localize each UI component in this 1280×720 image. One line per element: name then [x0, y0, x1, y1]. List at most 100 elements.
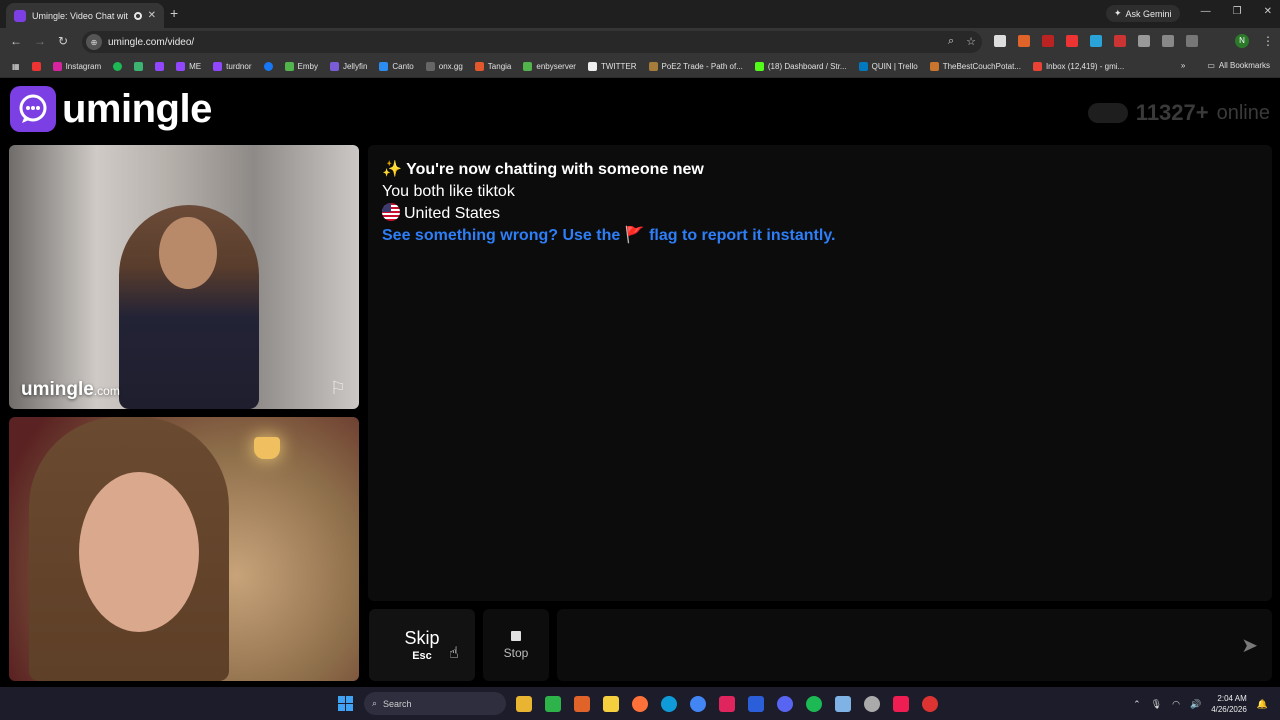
report-flag-icon[interactable]: ⚐ [327, 377, 349, 399]
more-bookmarks-icon[interactable]: » [1181, 61, 1185, 70]
self-video [9, 417, 359, 681]
volume-icon[interactable]: 🔊 [1190, 699, 1201, 710]
wifi-icon[interactable]: ◠ [1172, 699, 1180, 710]
bookmark-twitter[interactable]: TWITTER [582, 62, 643, 71]
bookmark-onx[interactable]: onx.gg [420, 62, 469, 71]
taskbar-apps [516, 696, 938, 712]
spotify-icon[interactable] [806, 696, 822, 712]
bookmark-twitch[interactable] [149, 62, 170, 71]
apps-grid-icon[interactable]: ▦ [6, 62, 26, 71]
browser-tab[interactable]: Umingle: Video Chat with S ✕ [6, 3, 164, 28]
bookmark-youtube[interactable] [26, 62, 47, 71]
bookmark-couchpotato[interactable]: TheBestCouchPotat... [924, 62, 1027, 71]
bookmark-dashboard[interactable]: (18) Dashboard / Str... [749, 62, 853, 71]
sticky-notes-icon[interactable] [603, 696, 619, 712]
bookmark-turdnor[interactable]: turdnor [207, 62, 257, 71]
bookmark-gmail[interactable]: Inbox (12,419) - gmi... [1027, 62, 1130, 71]
bookmark-me[interactable]: ME [170, 62, 207, 71]
message-input[interactable] [557, 609, 1217, 681]
app-blue-icon[interactable] [748, 696, 764, 712]
bookmark-spotify[interactable] [107, 62, 128, 71]
firefox-icon[interactable] [632, 696, 648, 712]
bookmark-poe2[interactable]: PoE2 Trade - Path of... [643, 62, 749, 71]
ask-gemini-button[interactable]: ✦ Ask Gemini [1106, 5, 1180, 22]
browser-tab-bar: Umingle: Video Chat with S ✕ + ✦ Ask Gem… [0, 0, 1280, 28]
new-tab-button[interactable]: + [170, 5, 178, 21]
online-toggle[interactable] [1087, 103, 1128, 123]
bookmark-instagram[interactable]: Instagram [47, 62, 108, 71]
self-face [79, 472, 199, 632]
extension-red-icon[interactable] [1042, 35, 1054, 47]
close-window-icon[interactable]: ✕ [1264, 6, 1272, 17]
media-controls-icon[interactable] [1186, 35, 1198, 47]
bookmark-label: onx.gg [438, 62, 463, 71]
emby-icon [523, 62, 533, 71]
extension-fox-icon[interactable] [1018, 35, 1030, 47]
youtube-icon [31, 62, 41, 71]
bookmark-label: enbyserver [536, 62, 576, 71]
edge-icon[interactable] [661, 696, 677, 712]
send-icon[interactable]: ➤ [1241, 633, 1258, 658]
notepad-icon[interactable] [835, 696, 851, 712]
zoom-icon[interactable]: ⌕ [948, 35, 954, 48]
side-panel-icon[interactable] [1162, 35, 1174, 47]
bookmark-green[interactable] [128, 62, 149, 71]
skip-button[interactable]: Skip Esc [369, 609, 475, 681]
windows-start-icon[interactable] [338, 696, 353, 711]
extension-7tv-icon[interactable] [1090, 35, 1102, 47]
app-orange-icon[interactable] [574, 696, 590, 712]
browser-menu-icon[interactable]: ⋮ [1262, 34, 1274, 48]
profile-avatar[interactable]: N [1235, 34, 1249, 48]
chrome-icon[interactable] [690, 696, 706, 712]
tiktok-icon[interactable] [893, 696, 909, 712]
online-count: 11327+ [1135, 100, 1209, 125]
extension-k-icon[interactable] [994, 35, 1006, 47]
bookmark-label: TheBestCouchPotat... [942, 62, 1021, 71]
report-hint[interactable]: See something wrong? Use the 🚩 flag to r… [382, 225, 1258, 247]
bookmark-jellyfin[interactable]: Jellyfin [324, 62, 373, 71]
close-tab-icon[interactable]: ✕ [148, 10, 156, 21]
site-info-icon[interactable]: ⊕ [86, 34, 102, 50]
dashboard-icon [754, 62, 764, 71]
taskbar-search[interactable]: ⌕ Search [364, 692, 506, 715]
red-flag-icon: 🚩 [624, 227, 645, 244]
shared-interests: You both like tiktok [382, 183, 515, 200]
site-logo[interactable]: umingle [10, 86, 212, 132]
file-explorer-icon[interactable] [516, 696, 532, 712]
restore-icon[interactable]: ❐ [1233, 6, 1242, 17]
bookmark-tangia[interactable]: Tangia [469, 62, 518, 71]
notification-bell-icon[interactable]: 🔔 [1257, 699, 1268, 710]
bookmark-trello[interactable]: QUIN | Trello [853, 62, 924, 71]
back-arrow-icon[interactable]: ← [10, 34, 22, 48]
watermark-main: umingle [21, 379, 94, 400]
microphone-icon[interactable]: 🎙 [1151, 699, 1162, 710]
bookmark-facebook[interactable] [258, 62, 279, 71]
report-prefix: See something wrong? Use the [382, 227, 621, 244]
bookmark-enbyserver[interactable]: enbyserver [517, 62, 582, 71]
extensions-puzzle-icon[interactable] [1138, 35, 1150, 47]
tray-overflow-icon[interactable]: ⌃ [1133, 699, 1141, 710]
reload-icon[interactable]: ↻ [58, 34, 68, 48]
all-bookmarks-button[interactable]: » ▭ All Bookmarks [1181, 61, 1270, 70]
stop-icon [511, 630, 521, 641]
address-bar[interactable]: ⊕ umingle.com/video/ ⌕ ☆ [82, 31, 982, 53]
bookmark-label: turdnor [226, 62, 252, 71]
discord-icon[interactable] [777, 696, 793, 712]
bookmark-star-icon[interactable]: ☆ [966, 35, 976, 48]
bookmark-emby[interactable]: Emby [279, 62, 324, 71]
app-red-icon[interactable] [922, 696, 938, 712]
taskbar-clock[interactable]: 2:04 AM 4/26/2026 [1211, 693, 1247, 715]
forward-arrow-icon[interactable]: → [34, 34, 46, 48]
media-player-icon[interactable] [545, 696, 561, 712]
minimize-icon[interactable]: — [1201, 6, 1211, 17]
extension-youtube-icon[interactable] [1066, 35, 1078, 47]
stop-button[interactable]: Stop [483, 609, 549, 681]
stranger-video: umingle.com ⚐ [9, 145, 359, 409]
mouse-cursor-icon: ☝ [449, 645, 459, 662]
obs-icon[interactable] [864, 696, 880, 712]
opera-icon[interactable] [719, 696, 735, 712]
system-tray: ⌃ 🎙 ◠ 🔊 2:04 AM 4/26/2026 🔔 [1133, 693, 1268, 715]
bookmark-label: Emby [297, 62, 318, 71]
extension-redbox-icon[interactable] [1114, 35, 1126, 47]
bookmark-canto[interactable]: Canto [373, 62, 419, 71]
